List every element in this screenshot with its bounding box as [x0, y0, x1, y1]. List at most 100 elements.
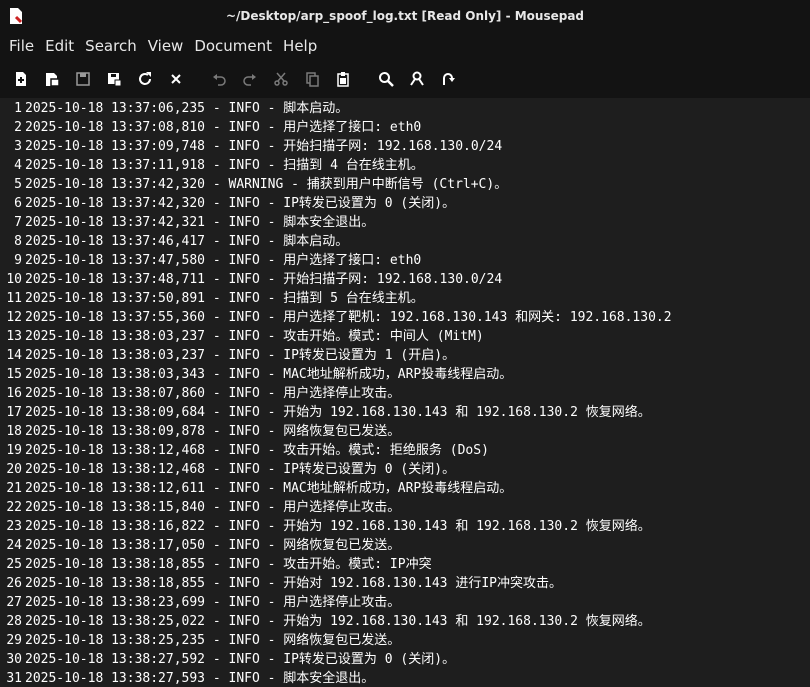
line-number: 23	[6, 519, 22, 534]
search-icon	[379, 72, 394, 87]
line-number: 25	[6, 557, 22, 572]
log-line[interactable]: 20 2025-10-18 13:38:12,468 - INFO - IP转发已…	[0, 460, 810, 479]
copy-icon	[306, 72, 319, 87]
cut-button[interactable]	[266, 64, 296, 94]
log-line[interactable]: 28 2025-10-18 13:38:25,022 - INFO - 开始为 1…	[0, 612, 810, 631]
line-number: 26	[6, 576, 22, 591]
log-line[interactable]: 8 2025-10-18 13:37:46,417 - INFO - 脚本启动。	[0, 232, 810, 251]
log-line[interactable]: 3 2025-10-18 13:37:09,748 - INFO - 开始扫描子网…	[0, 137, 810, 156]
log-line[interactable]: 26 2025-10-18 13:38:18,855 - INFO - 开始对 1…	[0, 574, 810, 593]
line-text: 2025-10-18 13:37:48,711 - INFO - 开始扫描子网:…	[25, 272, 503, 287]
window-title: ~/Desktop/arp_spoof_log.txt [Read Only] …	[225, 9, 585, 23]
line-text: 2025-10-18 13:37:11,918 - INFO - 扫描到 4 台…	[25, 158, 424, 173]
log-line[interactable]: 9 2025-10-18 13:37:47,580 - INFO - 用户选择了接…	[0, 251, 810, 270]
menu-view[interactable]: View	[143, 37, 189, 55]
line-number: 4	[14, 158, 22, 173]
line-text: 2025-10-18 13:38:09,684 - INFO - 开始为 192…	[25, 405, 651, 420]
log-line[interactable]: 21 2025-10-18 13:38:12,611 - INFO - MAC地址…	[0, 479, 810, 498]
title-bar: ~/Desktop/arp_spoof_log.txt [Read Only] …	[0, 0, 810, 32]
log-line[interactable]: 23 2025-10-18 13:38:16,822 - INFO - 开始为 1…	[0, 517, 810, 536]
line-number: 19	[6, 443, 22, 458]
line-text: 2025-10-18 13:37:42,320 - WARNING - 捕获到用…	[25, 177, 508, 192]
log-line[interactable]: 12 2025-10-18 13:37:55,360 - INFO - 用户选择了…	[0, 308, 810, 327]
undo-button[interactable]	[204, 64, 234, 94]
line-text: 2025-10-18 13:38:03,237 - INFO - IP转发已设置…	[25, 348, 456, 363]
save-button[interactable]	[68, 64, 98, 94]
menu-edit[interactable]: Edit	[40, 37, 79, 55]
log-line[interactable]: 16 2025-10-18 13:38:07,860 - INFO - 用户选择停…	[0, 384, 810, 403]
log-line[interactable]: 18 2025-10-18 13:38:09,878 - INFO - 网络恢复包…	[0, 422, 810, 441]
menu-file[interactable]: File	[4, 37, 39, 55]
log-line[interactable]: 14 2025-10-18 13:38:03,237 - INFO - IP转发已…	[0, 346, 810, 365]
log-line[interactable]: 1 2025-10-18 13:37:06,235 - INFO - 脚本启动。	[0, 99, 810, 118]
line-number: 16	[6, 386, 22, 401]
log-line[interactable]: 2 2025-10-18 13:37:08,810 - INFO - 用户选择了接…	[0, 118, 810, 137]
redo-button[interactable]	[235, 64, 265, 94]
line-number: 13	[6, 329, 22, 344]
log-line[interactable]: 19 2025-10-18 13:38:12,468 - INFO - 攻击开始。…	[0, 441, 810, 460]
line-text: 2025-10-18 13:38:09,878 - INFO - 网络恢复包已发…	[25, 424, 401, 439]
new-document-icon	[16, 72, 26, 86]
redo-icon	[243, 74, 256, 86]
menu-document[interactable]: Document	[189, 37, 277, 55]
log-line[interactable]: 7 2025-10-18 13:37:42,321 - INFO - 脚本安全退出…	[0, 213, 810, 232]
log-line[interactable]: 27 2025-10-18 13:38:23,699 - INFO - 用户选择停…	[0, 593, 810, 612]
log-line[interactable]: 25 2025-10-18 13:38:18,855 - INFO - 攻击开始。…	[0, 555, 810, 574]
log-line[interactable]: 11 2025-10-18 13:37:50,891 - INFO - 扫描到 5…	[0, 289, 810, 308]
log-line[interactable]: 15 2025-10-18 13:38:03,343 - INFO - MAC地址…	[0, 365, 810, 384]
line-number: 22	[6, 500, 22, 515]
text-editor[interactable]: 1 2025-10-18 13:37:06,235 - INFO - 脚本启动。 2…	[0, 98, 810, 687]
close-button[interactable]	[161, 64, 191, 94]
line-number: 1	[14, 101, 22, 116]
menu-help[interactable]: Help	[278, 37, 322, 55]
log-line[interactable]: 29 2025-10-18 13:38:25,235 - INFO - 网络恢复包…	[0, 631, 810, 650]
line-text: 2025-10-18 13:38:07,860 - INFO - 用户选择停止攻…	[25, 386, 401, 401]
line-text: 2025-10-18 13:38:16,822 - INFO - 开始为 192…	[25, 519, 651, 534]
new-document-button[interactable]	[6, 64, 36, 94]
copy-button[interactable]	[297, 64, 327, 94]
log-line[interactable]: 22 2025-10-18 13:38:15,840 - INFO - 用户选择停…	[0, 498, 810, 517]
menu-search[interactable]: Search	[80, 37, 142, 55]
line-number: 7	[14, 215, 22, 230]
cut-icon	[274, 72, 288, 86]
paste-button[interactable]	[328, 64, 358, 94]
line-number: 2	[14, 120, 22, 135]
reload-button[interactable]	[130, 64, 160, 94]
save-as-button[interactable]	[99, 64, 129, 94]
go-to-line-button[interactable]	[433, 64, 463, 94]
line-number: 28	[6, 614, 22, 629]
log-line[interactable]: 31 2025-10-18 13:38:27,593 - INFO - 脚本安全退…	[0, 669, 810, 687]
line-text: 2025-10-18 13:38:03,343 - INFO - MAC地址解析…	[25, 367, 513, 382]
mousepad-app-icon	[10, 8, 23, 24]
line-text: 2025-10-18 13:37:09,748 - INFO - 开始扫描子网:…	[25, 139, 503, 154]
log-line[interactable]: 10 2025-10-18 13:37:48,711 - INFO - 开始扫描子…	[0, 270, 810, 289]
find-replace-icon	[410, 71, 424, 86]
log-line[interactable]: 30 2025-10-18 13:38:27,592 - INFO - IP转发已…	[0, 650, 810, 669]
line-number: 27	[6, 595, 22, 610]
log-line[interactable]: 24 2025-10-18 13:38:17,050 - INFO - 网络恢复包…	[0, 536, 810, 555]
new-window-button[interactable]	[37, 64, 67, 94]
line-number: 30	[6, 652, 22, 667]
toolbar	[0, 60, 810, 99]
line-number: 31	[6, 671, 22, 686]
log-line[interactable]: 5 2025-10-18 13:37:42,320 - WARNING - 捕获到…	[0, 175, 810, 194]
undo-icon	[213, 74, 226, 86]
line-text: 2025-10-18 13:37:50,891 - INFO - 扫描到 5 台…	[25, 291, 424, 306]
log-line[interactable]: 13 2025-10-18 13:38:03,237 - INFO - 攻击开始。…	[0, 327, 810, 346]
log-line[interactable]: 4 2025-10-18 13:37:11,918 - INFO - 扫描到 4 …	[0, 156, 810, 175]
replace-button[interactable]	[402, 64, 432, 94]
log-line[interactable]: 6 2025-10-18 13:37:42,320 - INFO - IP转发已设…	[0, 194, 810, 213]
line-text: 2025-10-18 13:38:18,855 - INFO - 开始对 192…	[25, 576, 562, 591]
line-text: 2025-10-18 13:38:15,840 - INFO - 用户选择停止攻…	[25, 500, 401, 515]
line-number: 18	[6, 424, 22, 439]
line-number: 3	[14, 139, 22, 154]
line-number: 15	[6, 367, 22, 382]
line-text: 2025-10-18 13:37:42,320 - INFO - IP转发已设置…	[25, 196, 456, 211]
line-text: 2025-10-18 13:38:23,699 - INFO - 用户选择停止攻…	[25, 595, 401, 610]
log-line[interactable]: 17 2025-10-18 13:38:09,684 - INFO - 开始为 1…	[0, 403, 810, 422]
line-text: 2025-10-18 13:38:25,022 - INFO - 开始为 192…	[25, 614, 651, 629]
find-button[interactable]	[371, 64, 401, 94]
line-text: 2025-10-18 13:38:17,050 - INFO - 网络恢复包已发…	[25, 538, 401, 553]
line-text: 2025-10-18 13:37:47,580 - INFO - 用户选择了接口…	[25, 253, 422, 268]
line-text: 2025-10-18 13:38:25,235 - INFO - 网络恢复包已发…	[25, 633, 401, 648]
